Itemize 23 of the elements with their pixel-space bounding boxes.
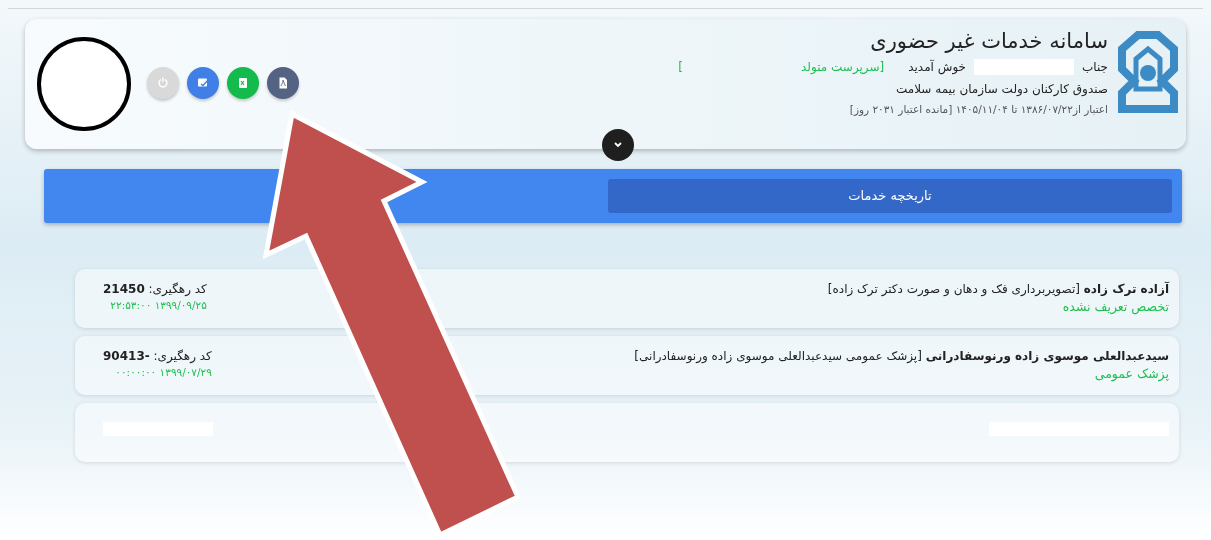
specialty-text: تخصص تعریف نشده xyxy=(1061,298,1169,317)
history-button[interactable]: تاریخچه خدمات xyxy=(608,179,1172,213)
expand-button[interactable] xyxy=(602,129,634,161)
validity-text: اعتبار از۱۳۸۶/۰۷/۲۲ تا ۱۴۰۵/۱۱/۰۴ [مانده اعتبار ۲۰۳۱ روز] xyxy=(848,102,1108,118)
record-title: سیدعبدالعلی موسوی زاده ورنوسفادرانی [پزشک عمومی سیدعبدالعلی موسوی زاده ورنوسفادرانی] xyxy=(634,348,1169,365)
record-title: آزاده ترک زاده [تصویربرداری فک و دهان و صورت دکتر ترک زاده] xyxy=(827,280,1169,298)
welcome-text: خوش آمدید xyxy=(908,58,966,77)
spreadsheet-icon xyxy=(236,76,250,90)
pdf-button[interactable] xyxy=(267,67,299,99)
chevron-down-icon xyxy=(613,141,623,149)
bracket-text: ] xyxy=(678,59,684,77)
app-title: سامانه خدمات غیر حضوری xyxy=(869,29,1108,55)
excel-button[interactable] xyxy=(227,67,259,99)
logo-icon xyxy=(1116,29,1180,115)
specialty-text: پزشک عمومی xyxy=(1093,365,1169,384)
record-datetime: ۱۳۹۹/۰۹/۲۵ ۲۲:۵۳:۰۰ xyxy=(109,298,207,313)
edit-icon xyxy=(196,76,210,90)
greeting-label: جناب xyxy=(1082,59,1108,77)
edit-button[interactable] xyxy=(187,67,219,99)
role-label: [سرپرست متولد xyxy=(801,59,885,77)
record-datetime: ۱۳۹۹/۰۷/۲۹ ۰۰:۰۰:۰۰ xyxy=(114,365,212,380)
organization-name: صندوق کارکنان دولت سازمان بیمه سلامت xyxy=(895,81,1108,99)
power-icon xyxy=(156,76,170,90)
